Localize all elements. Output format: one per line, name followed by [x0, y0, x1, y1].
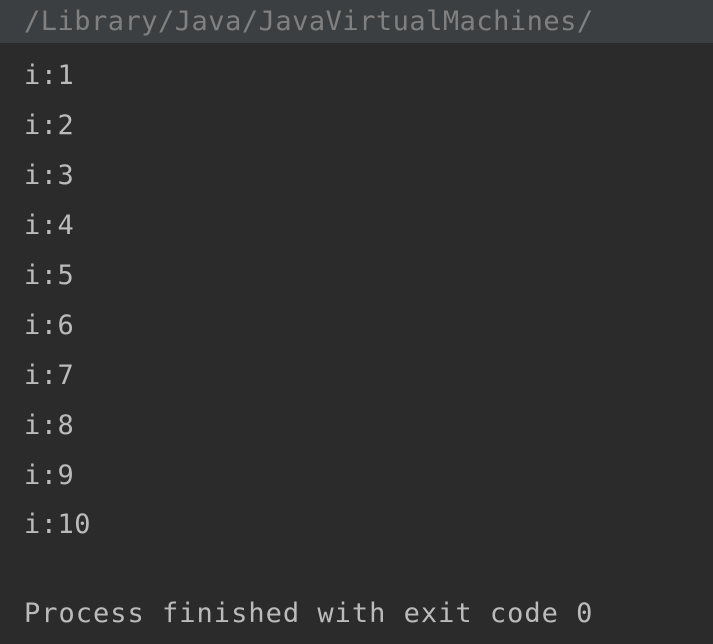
output-line: i:3: [24, 151, 713, 201]
output-line: i:4: [24, 201, 713, 251]
output-line: i:9: [24, 451, 713, 501]
output-line: i:10: [24, 500, 713, 550]
output-lines-container: i:1 i:2 i:3 i:4 i:5 i:6 i:7 i:8 i:9 i:10: [0, 43, 713, 550]
command-path-line: /Library/Java/JavaVirtualMachines/: [0, 0, 713, 43]
output-line: i:6: [24, 301, 713, 351]
blank-line: [0, 550, 713, 598]
output-line: i:5: [24, 251, 713, 301]
exit-code-message: Process finished with exit code 0: [0, 598, 713, 629]
output-line: i:8: [24, 401, 713, 451]
console-output-panel: /Library/Java/JavaVirtualMachines/ i:1 i…: [0, 0, 713, 644]
output-line: i:7: [24, 351, 713, 401]
output-line: i:2: [24, 101, 713, 151]
output-line: i:1: [24, 51, 713, 101]
